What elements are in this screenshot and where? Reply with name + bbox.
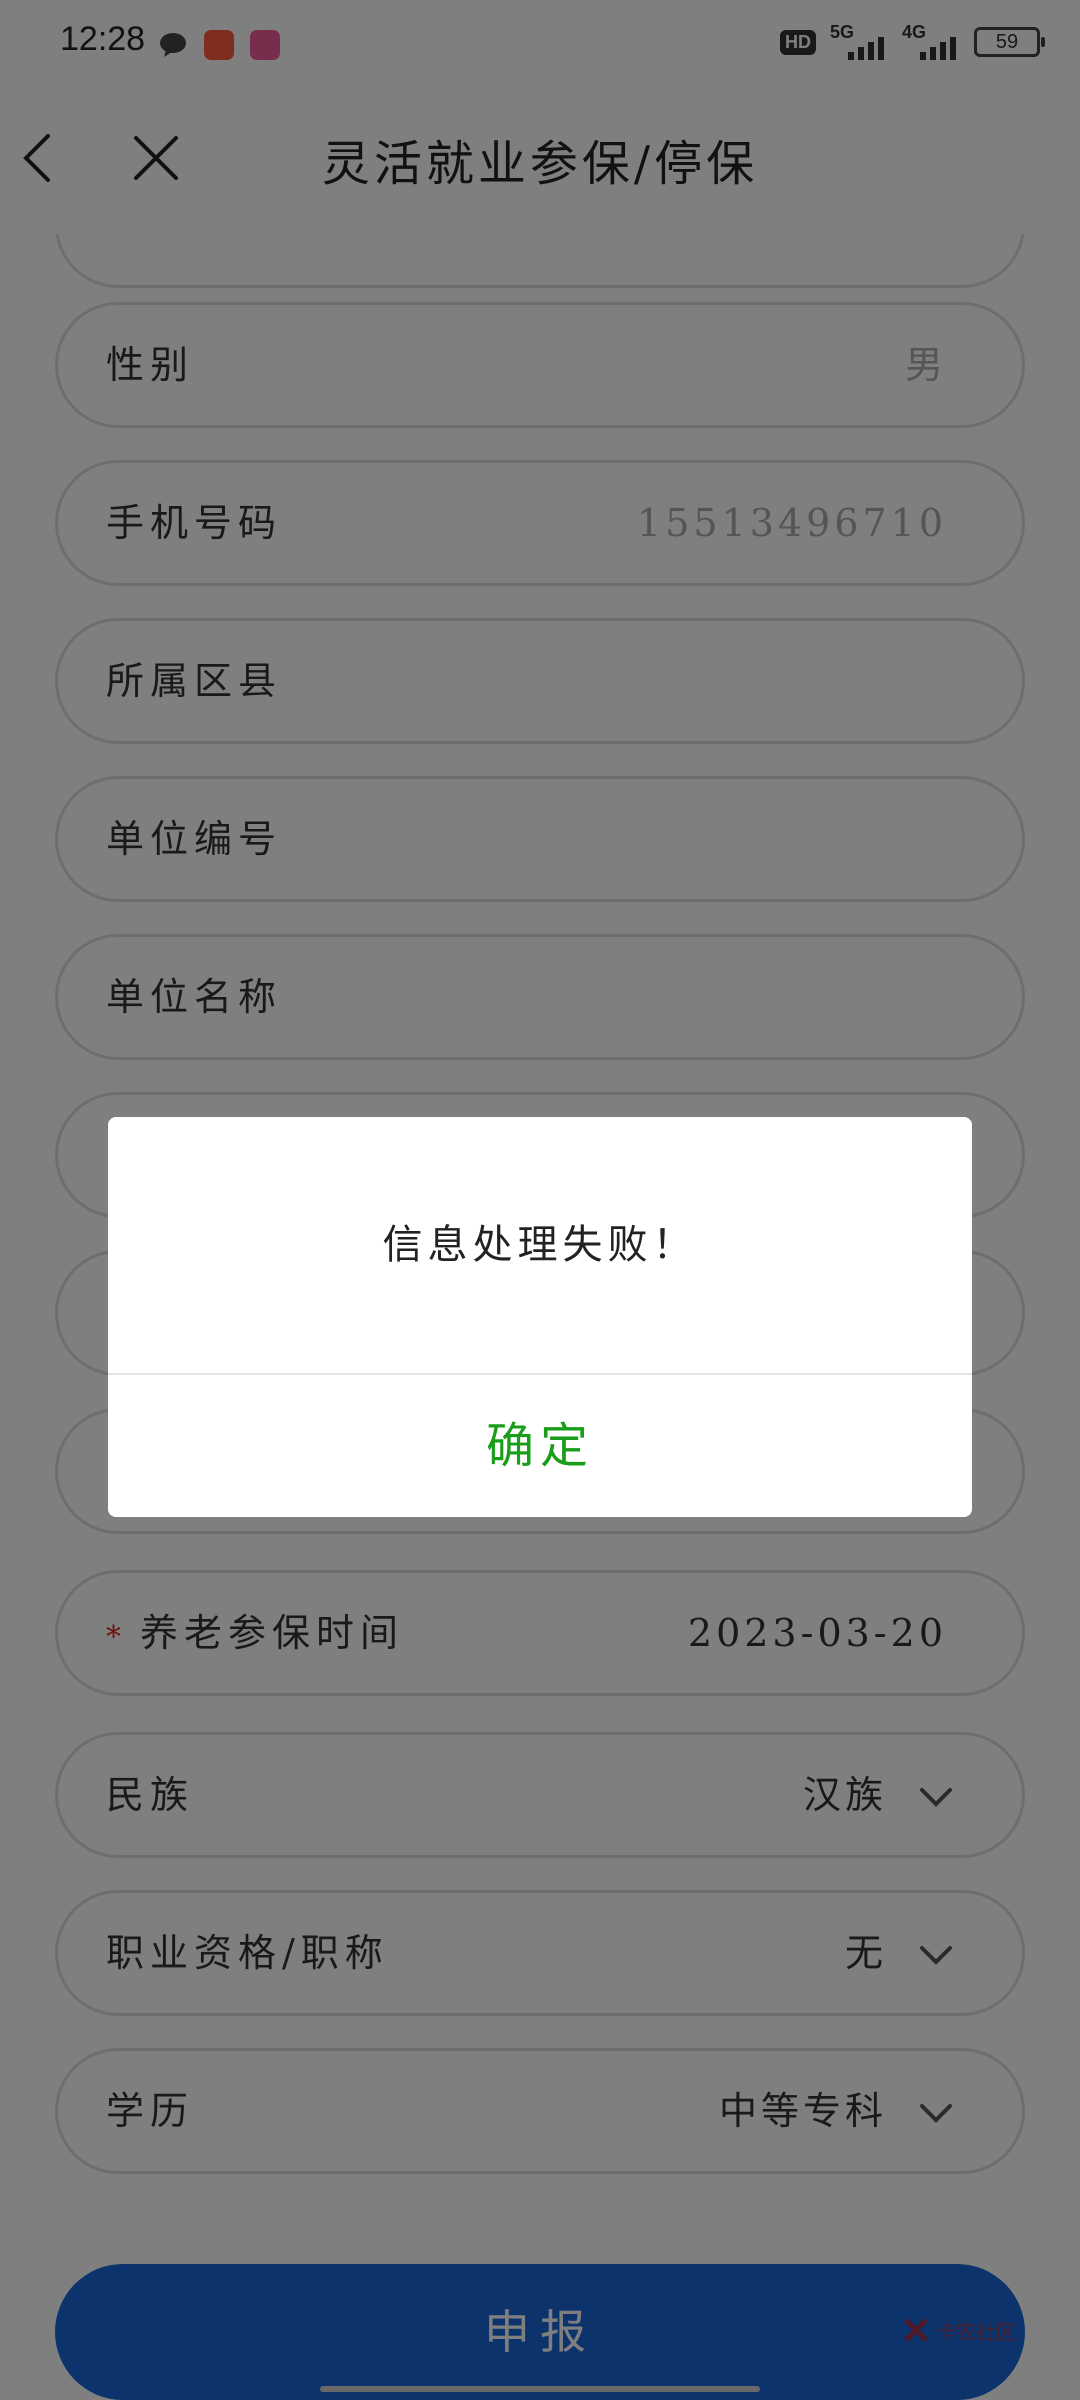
confirm-button[interactable]: 确定 <box>108 1375 972 1517</box>
dialog-message: 信息处理失败！ <box>382 1222 698 1268</box>
alert-dialog: 信息处理失败！ 确定 <box>108 1117 972 1517</box>
